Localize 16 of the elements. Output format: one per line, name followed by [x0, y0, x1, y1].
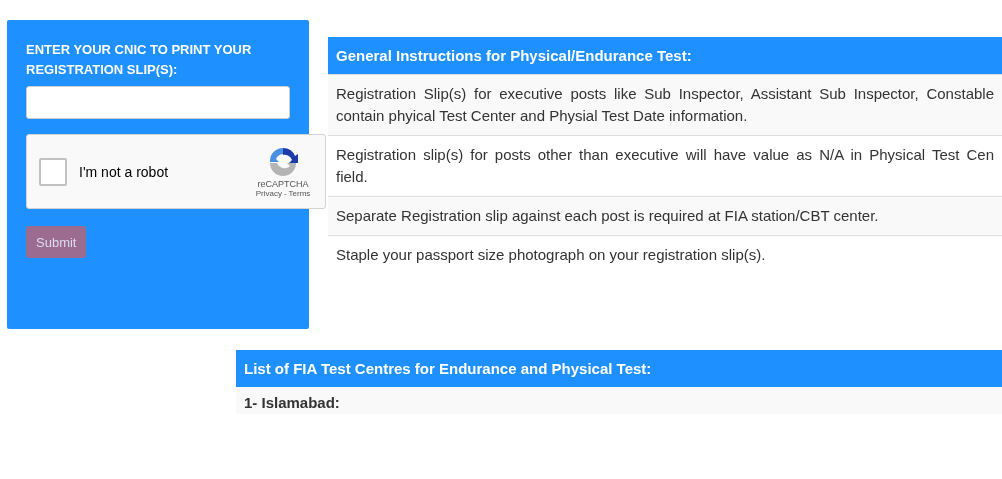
- recaptcha-icon: [267, 145, 299, 177]
- recaptcha-brand: reCAPTCHA: [257, 179, 309, 189]
- table-header: List of FIA Test Centres for Endurance and Physical Test:: [236, 350, 1002, 387]
- privacy-link[interactable]: Privacy: [255, 189, 282, 198]
- instruction-text: Registration slip(s) for posts other than executive will have value as N/A in Physical Test Cen field.: [336, 145, 994, 187]
- terms-link[interactable]: Terms: [288, 189, 311, 198]
- captcha-checkbox[interactable]: [39, 157, 67, 186]
- link-separator: -: [283, 189, 287, 198]
- centre-name: 1- Islamabad:: [244, 394, 340, 411]
- table-header: General Instructions for Physical/Endurance Test:: [328, 37, 1002, 74]
- cnic-input-field[interactable]: [26, 86, 290, 119]
- panel-heading: ENTER YOUR CNIC TO PRINT YOUR REGISTRATION SLIP(S):: [26, 41, 253, 79]
- instruction-text: Separate Registration slip against each post is required at FIA station/CBT center.: [336, 206, 880, 226]
- instruction-text: Registration Slip(s) for executive posts like Sub Inspector, Assistant Sub Inspector, Constable contain phyical Test Center and Physial Test Date information.: [336, 84, 994, 126]
- instruction-text: Staple your passport size photograph on your registration slip(s).: [336, 245, 767, 265]
- captcha-label: I'm not a robot: [79, 163, 170, 180]
